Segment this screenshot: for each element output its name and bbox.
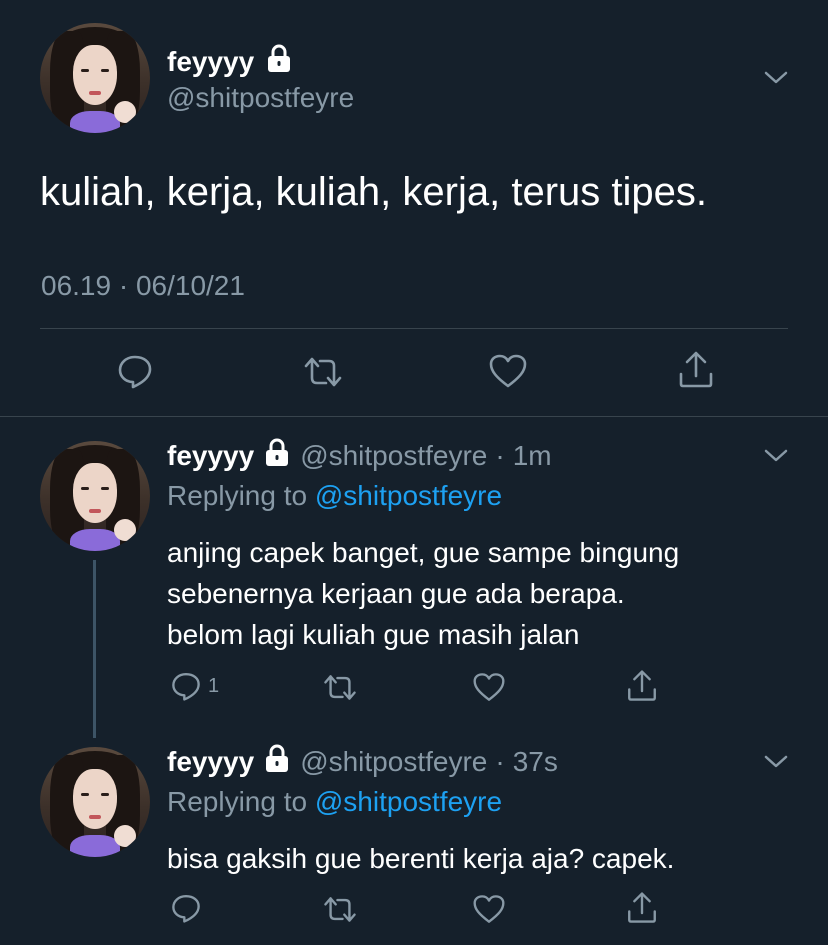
handle[interactable]: @shitpostfeyre <box>300 746 487 778</box>
retweet-button[interactable] <box>302 354 344 390</box>
section-divider <box>0 416 828 417</box>
tweet-text-line: sebenernya kerjaan gue ada berapa. <box>167 578 625 609</box>
separator: · <box>495 439 505 471</box>
heart-icon <box>472 893 506 925</box>
reply-button[interactable]: 1 <box>170 670 219 702</box>
replying-label: Replying to <box>167 480 308 511</box>
tweet-text: anjing capek banget, gue sampe bingung s… <box>167 532 679 655</box>
retweet-icon <box>322 672 358 703</box>
lock-icon <box>264 44 294 79</box>
avatar[interactable] <box>40 441 150 551</box>
avatar[interactable] <box>40 23 150 133</box>
relative-time[interactable]: 1m <box>513 440 552 472</box>
author-row: feyyyy @shitpostfeyre · 1m <box>167 438 552 473</box>
retweet-icon <box>302 354 344 390</box>
display-name[interactable]: feyyyy <box>167 746 254 778</box>
retweet-button[interactable] <box>322 894 358 925</box>
reply-count: 1 <box>208 674 220 697</box>
heart-icon <box>472 671 506 703</box>
lock-icon <box>262 438 292 473</box>
like-button[interactable] <box>472 893 506 925</box>
chevron-down-icon[interactable] <box>763 752 789 777</box>
replying-to-link[interactable]: @shitpostfeyre <box>315 786 502 817</box>
share-button[interactable] <box>625 891 659 925</box>
share-icon <box>676 350 716 390</box>
chevron-down-icon[interactable] <box>763 68 789 93</box>
avatar[interactable] <box>40 747 150 857</box>
replying-label: Replying to <box>167 786 308 817</box>
reply-icon <box>116 352 154 390</box>
share-icon <box>625 669 659 703</box>
tweet-text-line: belom lagi kuliah gue masih jalan <box>167 619 580 650</box>
share-button[interactable] <box>625 669 659 703</box>
reply-button[interactable] <box>116 352 154 390</box>
timestamp[interactable]: 06.19 · 06/10/21 <box>41 270 245 302</box>
share-button[interactable] <box>676 350 716 390</box>
tweet-text-line: anjing capek banget, gue sampe bingung <box>167 537 680 568</box>
handle[interactable]: @shitpostfeyre <box>167 82 354 114</box>
display-name[interactable]: feyyyy <box>167 46 254 78</box>
reply-icon <box>170 892 202 924</box>
share-icon <box>625 891 659 925</box>
replying-to: Replying to @shitpostfeyre <box>167 786 502 818</box>
replying-to-link[interactable]: @shitpostfeyre <box>315 480 502 511</box>
relative-time[interactable]: 37s <box>513 746 558 778</box>
author-row: feyyyy <box>167 44 294 79</box>
like-button[interactable] <box>488 352 528 390</box>
divider <box>40 328 788 329</box>
retweet-icon <box>322 894 358 925</box>
author-row: feyyyy @shitpostfeyre · 37s <box>167 744 558 779</box>
replying-to: Replying to @shitpostfeyre <box>167 480 502 512</box>
handle[interactable]: @shitpostfeyre <box>300 440 487 472</box>
thread-line <box>93 560 96 738</box>
like-button[interactable] <box>472 671 506 703</box>
tweet-text: kuliah, kerja, kuliah, kerja, terus tipe… <box>40 170 707 214</box>
tweet-text: bisa gaksih gue berenti kerja aja? capek… <box>167 838 674 879</box>
display-name[interactable]: feyyyy <box>167 440 254 472</box>
tweet-text-line: bisa gaksih gue berenti kerja aja? capek… <box>167 843 675 874</box>
separator: · <box>495 745 505 777</box>
chevron-down-icon[interactable] <box>763 446 789 471</box>
lock-icon <box>262 744 292 779</box>
heart-icon <box>488 352 528 390</box>
retweet-button[interactable] <box>322 672 358 703</box>
reply-icon <box>170 670 202 702</box>
reply-button[interactable] <box>170 892 202 924</box>
